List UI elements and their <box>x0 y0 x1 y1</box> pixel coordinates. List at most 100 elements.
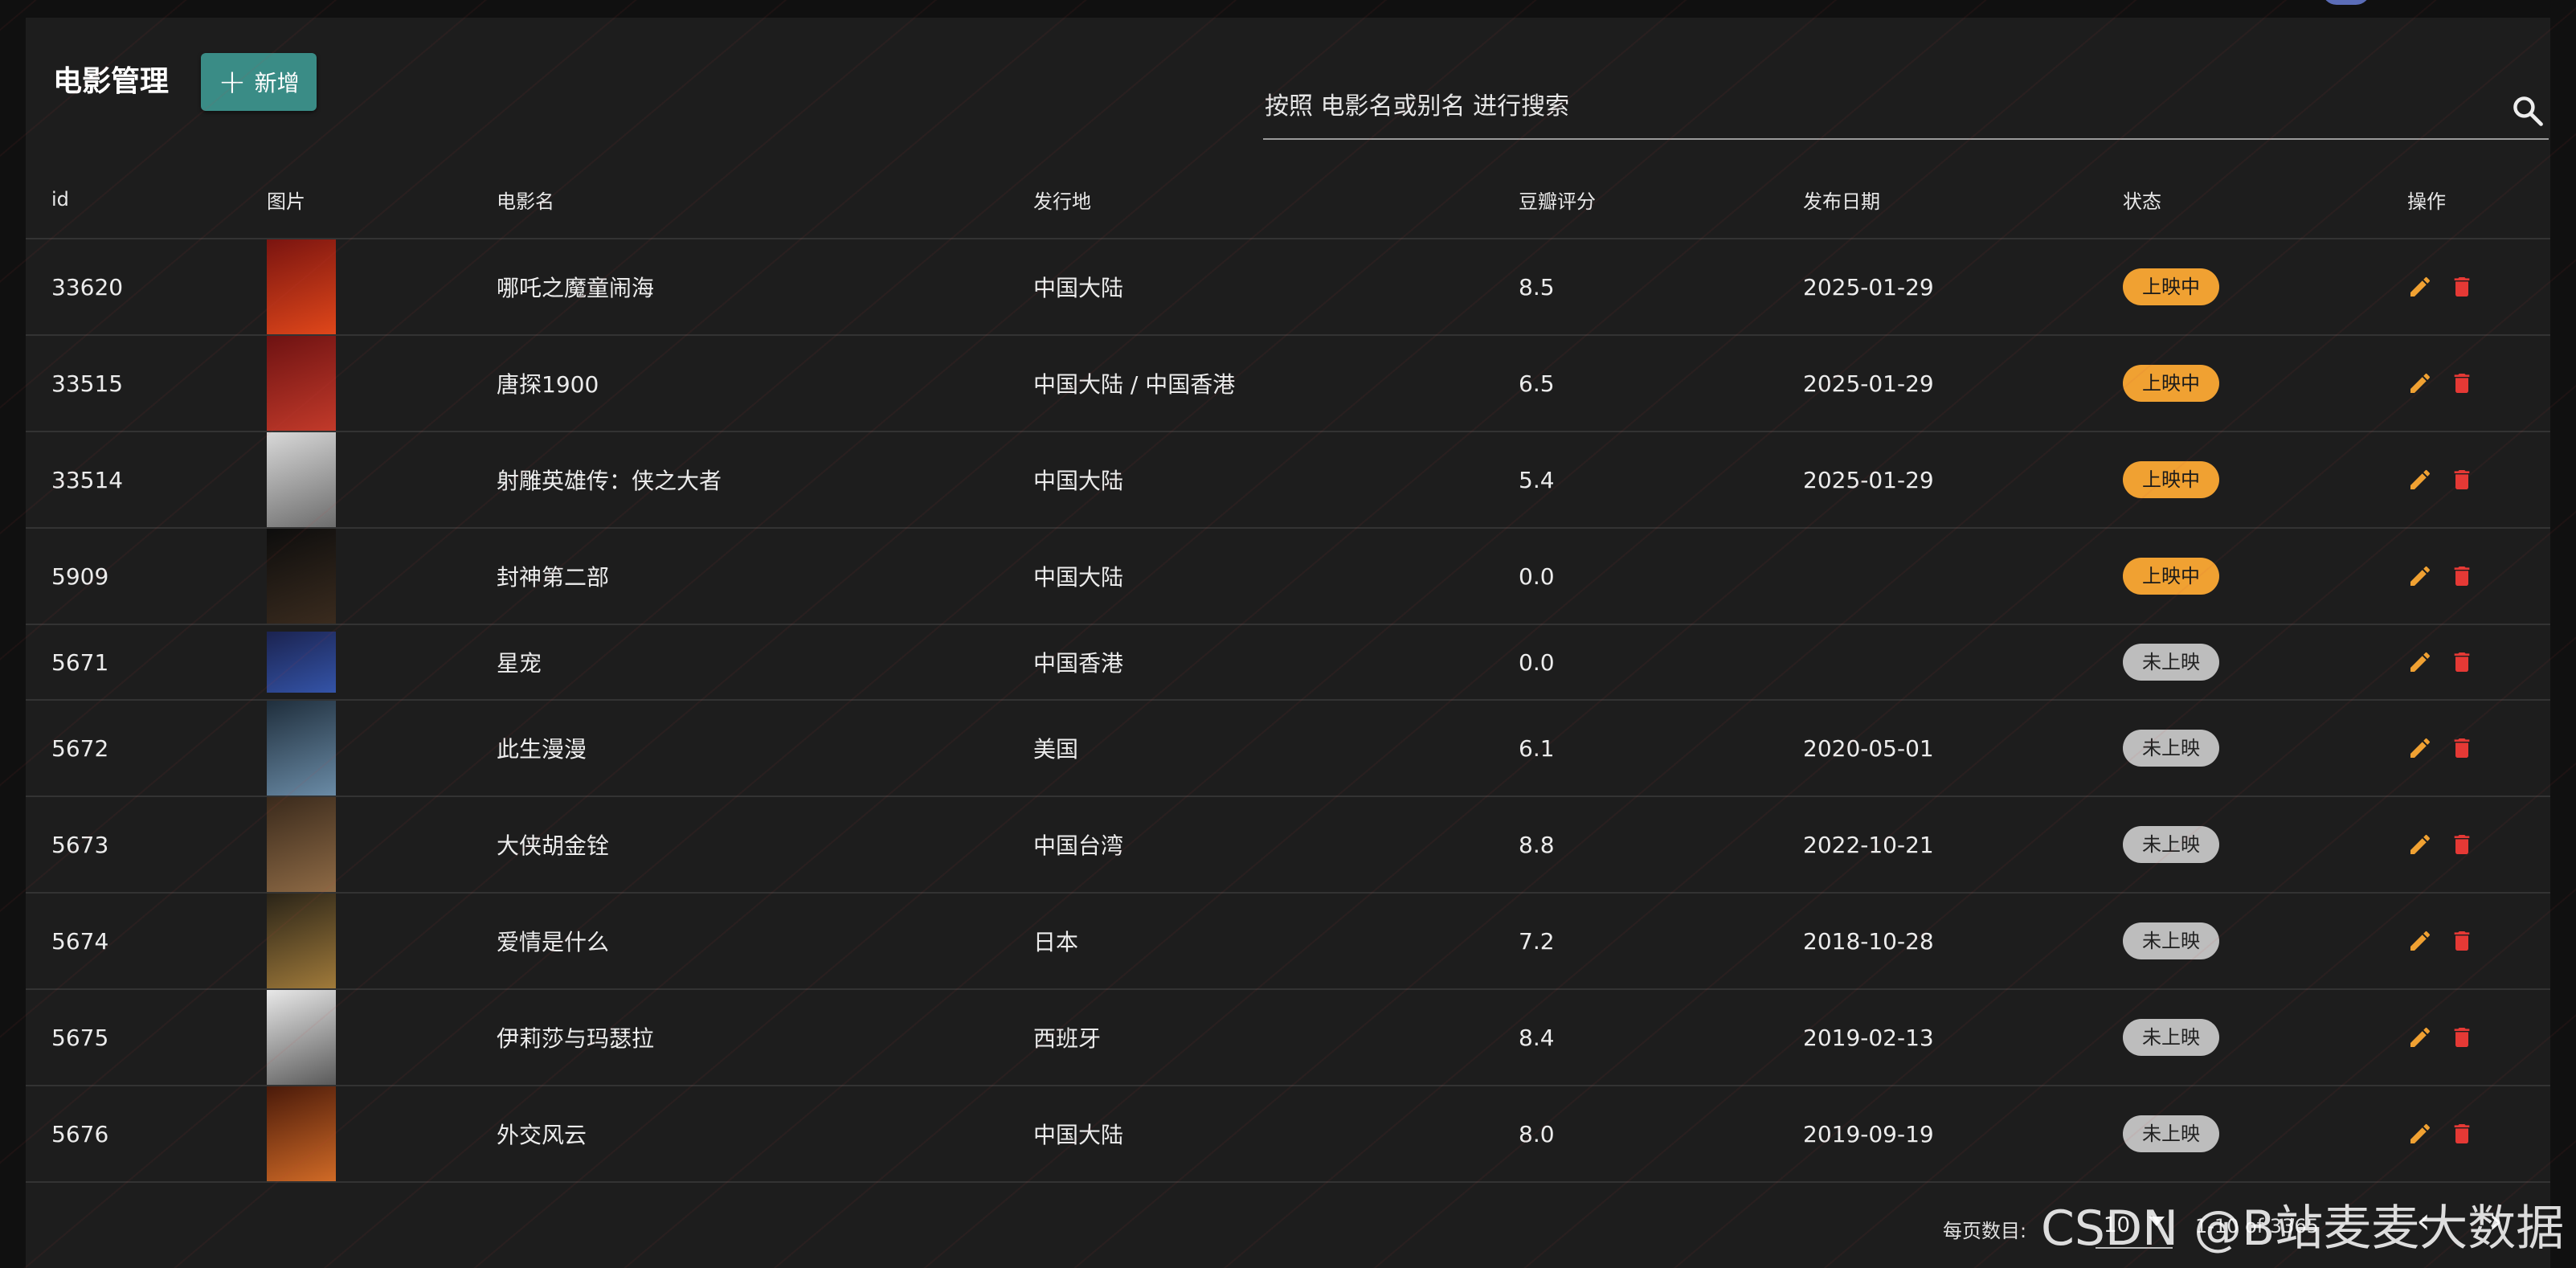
delete-icon[interactable] <box>2449 832 2475 857</box>
poster-image <box>267 336 336 431</box>
cell-status: 上映中 <box>2097 335 2382 432</box>
table-row[interactable]: 5674 爱情是什么 日本 7.2 2018-10-28 未上映 <box>26 893 2550 990</box>
search-input[interactable] <box>1263 87 2455 125</box>
cell-poster <box>241 796 471 894</box>
cell-poster <box>241 624 471 701</box>
search-icon[interactable] <box>2510 93 2545 129</box>
edit-icon[interactable] <box>2407 928 2433 954</box>
edit-icon[interactable] <box>2407 1025 2433 1050</box>
cell-region: 中国大陆 <box>1008 432 1493 529</box>
status-badge: 未上映 <box>2123 922 2219 959</box>
cell-actions <box>2382 989 2550 1086</box>
cell-date: 2020-05-01 <box>1777 700 2097 797</box>
next-page-button[interactable]: › <box>2473 1199 2518 1244</box>
table-row[interactable]: 5672 此生漫漫 美国 6.1 2020-05-01 未上映 <box>26 700 2550 797</box>
per-page-label: 每页数目: <box>1943 1220 2027 1242</box>
column-header-date[interactable]: 发布日期 <box>1777 161 2097 239</box>
column-header-region[interactable]: 发行地 <box>1008 161 1493 239</box>
cell-title: 伊莉莎与玛瑟拉 <box>471 989 1008 1086</box>
table-row[interactable]: 33620 哪吒之魔童闹海 中国大陆 8.5 2025-01-29 上映中 <box>26 239 2550 336</box>
toolbar: 电影管理 + 新增 <box>26 18 2550 156</box>
delete-icon[interactable] <box>2449 467 2475 493</box>
column-header-poster: 图片 <box>241 161 471 239</box>
table-row[interactable]: 5909 封神第二部 中国大陆 0.0 上映中 <box>26 528 2550 625</box>
edit-icon[interactable] <box>2407 1121 2433 1147</box>
cell-title: 唐探1900 <box>471 335 1008 432</box>
cell-actions <box>2382 796 2550 894</box>
edit-icon[interactable] <box>2407 735 2433 761</box>
poster-image <box>267 797 336 892</box>
cell-status: 未上映 <box>2097 624 2382 701</box>
dropdown-arrow-icon <box>2149 1217 2165 1226</box>
cell-region: 中国大陆 <box>1008 1086 1493 1183</box>
delete-icon[interactable] <box>2449 735 2475 761</box>
cell-score: 8.0 <box>1493 1086 1777 1183</box>
cell-poster <box>241 893 471 990</box>
edit-icon[interactable] <box>2407 370 2433 396</box>
cell-title: 射雕英雄传：侠之大者 <box>471 432 1008 529</box>
cell-date: 2025-01-29 <box>1777 239 2097 336</box>
delete-icon[interactable] <box>2449 370 2475 396</box>
delete-icon[interactable] <box>2449 649 2475 675</box>
prev-page-button[interactable]: ‹ <box>2401 1199 2446 1244</box>
cell-actions <box>2382 432 2550 529</box>
cell-score: 6.5 <box>1493 335 1777 432</box>
poster-image <box>267 701 336 796</box>
cell-title: 此生漫漫 <box>471 700 1008 797</box>
delete-icon[interactable] <box>2449 1025 2475 1050</box>
cell-title: 封神第二部 <box>471 528 1008 625</box>
delete-icon[interactable] <box>2449 563 2475 589</box>
poster-image <box>267 432 336 527</box>
cell-id: 5672 <box>26 700 241 797</box>
per-page-select[interactable]: 10 <box>2096 1202 2173 1249</box>
cell-status: 未上映 <box>2097 796 2382 894</box>
status-badge: 未上映 <box>2123 826 2219 863</box>
status-badge: 上映中 <box>2123 558 2219 595</box>
cell-title: 外交风云 <box>471 1086 1008 1183</box>
delete-icon[interactable] <box>2449 1121 2475 1147</box>
status-badge: 未上映 <box>2123 644 2219 681</box>
column-header-id[interactable]: id <box>26 161 241 239</box>
delete-icon[interactable] <box>2449 274 2475 300</box>
status-badge: 上映中 <box>2123 365 2219 402</box>
cell-status: 上映中 <box>2097 432 2382 529</box>
edit-icon[interactable] <box>2407 563 2433 589</box>
cell-id: 5674 <box>26 893 241 990</box>
edit-icon[interactable] <box>2407 274 2433 300</box>
delete-icon[interactable] <box>2449 928 2475 954</box>
table-row[interactable]: 33515 唐探1900 中国大陆 / 中国香港 6.5 2025-01-29 … <box>26 335 2550 432</box>
cell-id: 5675 <box>26 989 241 1086</box>
table-row[interactable]: 5673 大侠胡金铨 中国台湾 8.8 2022-10-21 未上映 <box>26 796 2550 894</box>
table-row[interactable]: 5675 伊莉莎与玛瑟拉 西班牙 8.4 2019-02-13 未上映 <box>26 989 2550 1086</box>
edit-icon[interactable] <box>2407 832 2433 857</box>
column-header-actions: 操作 <box>2382 161 2550 239</box>
cell-actions <box>2382 528 2550 625</box>
edit-icon[interactable] <box>2407 467 2433 493</box>
table-row[interactable]: 5671 星宠 中国香港 0.0 未上映 <box>26 624 2550 701</box>
cell-poster <box>241 239 471 336</box>
cell-poster <box>241 528 471 625</box>
cell-title: 星宠 <box>471 624 1008 701</box>
table-row[interactable]: 33514 射雕英雄传：侠之大者 中国大陆 5.4 2025-01-29 上映中 <box>26 432 2550 529</box>
cell-date: 2025-01-29 <box>1777 335 2097 432</box>
add-movie-button[interactable]: + 新增 <box>201 53 317 111</box>
column-header-title[interactable]: 电影名 <box>471 161 1008 239</box>
search-field[interactable] <box>1263 76 2549 140</box>
cell-region: 中国台湾 <box>1008 796 1493 894</box>
pagination: 每页数目: 10 1-10 of 3365 ‹ › <box>26 1181 2550 1268</box>
status-badge: 上映中 <box>2123 268 2219 305</box>
table-row[interactable]: 5676 外交风云 中国大陆 8.0 2019-09-19 未上映 <box>26 1086 2550 1183</box>
cell-date: 2019-09-19 <box>1777 1086 2097 1183</box>
poster-image <box>267 529 336 624</box>
cell-score: 8.5 <box>1493 239 1777 336</box>
cell-score: 7.2 <box>1493 893 1777 990</box>
user-avatar[interactable] <box>2322 0 2370 5</box>
cell-title: 大侠胡金铨 <box>471 796 1008 894</box>
column-header-score[interactable]: 豆瓣评分 <box>1493 161 1777 239</box>
cell-title: 爱情是什么 <box>471 893 1008 990</box>
cell-actions <box>2382 893 2550 990</box>
cell-actions <box>2382 624 2550 701</box>
edit-icon[interactable] <box>2407 649 2433 675</box>
cell-score: 5.4 <box>1493 432 1777 529</box>
column-header-status[interactable]: 状态 <box>2097 161 2382 239</box>
